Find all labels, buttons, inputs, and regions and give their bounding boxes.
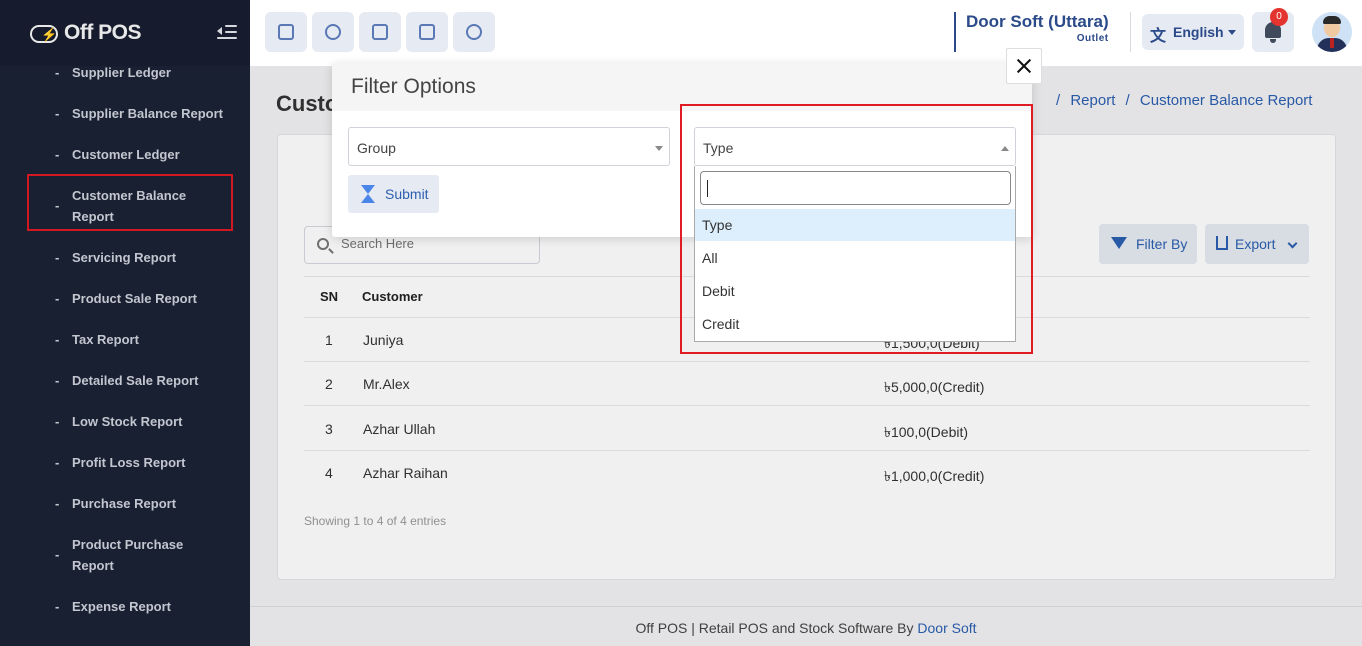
- sidebar-item-servicing-report[interactable]: - Servicing Report: [55, 247, 235, 268]
- table-cell-sn: 2: [325, 376, 333, 392]
- submit-button[interactable]: Submit: [348, 175, 439, 213]
- breadcrumb: / Report / Customer Balance Report: [1056, 92, 1313, 109]
- sidebar-highlight-box: [27, 174, 233, 231]
- sidebar-item-supplier-ledger[interactable]: - Supplier Ledger: [55, 62, 235, 83]
- sidebar-item-low-stock-report[interactable]: - Low Stock Report: [55, 411, 235, 432]
- export-label: Export: [1235, 236, 1276, 252]
- table-cell-sn: 1: [325, 332, 333, 348]
- sidebar-item-product-purchase-report[interactable]: - Product Purchase Report: [55, 534, 195, 576]
- sidebar-logo[interactable]: ⚡ Off POS: [0, 0, 250, 66]
- clock-icon: [325, 24, 341, 40]
- sidebar-item-product-sale-report[interactable]: - Product Sale Report: [55, 288, 235, 309]
- sidebar-item-label: Customer Ledger: [72, 147, 180, 162]
- sidebar-item-label: Supplier Balance Report: [72, 106, 223, 121]
- logo-text: Off POS: [64, 21, 142, 44]
- upload-icon: [1216, 236, 1228, 250]
- page-footer: Off POS | Retail POS and Stock Software …: [250, 606, 1362, 646]
- language-dropdown[interactable]: 文 English: [1142, 14, 1244, 50]
- table-cell-balance: ৳5,000,0(Credit): [884, 379, 985, 395]
- outlet-selector[interactable]: Door Soft (Uttara) Outlet: [954, 12, 1109, 52]
- breadcrumb-current: Customer Balance Report: [1139, 92, 1313, 109]
- sidebar-item-supplier-balance-report[interactable]: - Supplier Balance Report: [55, 103, 235, 124]
- translate-icon: 文: [1150, 28, 1167, 45]
- sidebar-item-detailed-sale-report[interactable]: - Detailed Sale Report: [55, 370, 235, 391]
- divider: [304, 450, 1310, 451]
- group-select-value: Group: [357, 140, 396, 156]
- filter-by-label: Filter By: [1136, 236, 1188, 252]
- export-button[interactable]: Export: [1205, 224, 1309, 264]
- table-cell-balance: ৳100,0(Debit): [884, 424, 969, 440]
- notification-badge: 0: [1270, 8, 1288, 26]
- sidebar-item-purchase-report[interactable]: - Purchase Report: [55, 493, 235, 514]
- search-input[interactable]: [341, 236, 531, 251]
- sidebar-item-label: Supplier Ledger: [72, 65, 171, 80]
- language-label: English: [1173, 24, 1224, 40]
- caret-down-icon: [655, 146, 663, 151]
- sidebar-item-label: Detailed Sale Report: [72, 373, 199, 388]
- support-button[interactable]: [453, 12, 495, 52]
- calculator-button[interactable]: [406, 12, 448, 52]
- column-header-sn[interactable]: SN: [320, 289, 338, 304]
- divider: [1130, 12, 1131, 52]
- filter-by-button[interactable]: Filter By: [1099, 224, 1197, 264]
- topbar: Door Soft (Uttara) Outlet 文 English 0: [250, 0, 1362, 66]
- sidebar-item-label: Purchase Report: [72, 496, 177, 511]
- footer-link[interactable]: Door Soft: [917, 620, 976, 636]
- filter-icon: [1111, 237, 1127, 249]
- sidebar-item-label: Product Purchase Report: [72, 537, 184, 573]
- clock-button[interactable]: [312, 12, 354, 52]
- divider: [304, 405, 1310, 406]
- cloud-logo-icon: ⚡: [30, 21, 60, 45]
- sidebar-item-label: Product Sale Report: [72, 291, 197, 306]
- table-cell-balance: ৳1,000,0(Credit): [884, 468, 985, 484]
- group-select[interactable]: Group: [348, 127, 670, 166]
- sidebar-item-label: Tax Report: [72, 332, 139, 347]
- table-cell-sn: 3: [325, 421, 333, 437]
- close-button[interactable]: [1006, 48, 1042, 84]
- sidebar-item-profit-loss-report[interactable]: - Profit Loss Report: [55, 452, 235, 473]
- sidebar-item-label: Expense Report: [72, 599, 171, 614]
- table-cell-customer: Azhar Raihan: [363, 465, 448, 481]
- chevron-down-icon: [1287, 238, 1298, 249]
- chevron-down-icon: [1228, 30, 1236, 35]
- layers-button[interactable]: [359, 12, 401, 52]
- dropdown-highlight-box: [680, 104, 1033, 354]
- breadcrumb-report-link[interactable]: Report: [1070, 92, 1115, 109]
- table-info: Showing 1 to 4 of 4 entries: [304, 514, 447, 528]
- sidebar-item-label: Profit Loss Report: [72, 455, 186, 470]
- page-title: Custo: [276, 91, 339, 116]
- register-icon: [278, 24, 294, 40]
- sidebar-collapse-icon[interactable]: [217, 22, 237, 42]
- footer-text: Off POS | Retail POS and Stock Software …: [635, 620, 918, 636]
- sidebar: ⚡ Off POS - Supplier Ledger - Supplier Bal…: [0, 0, 250, 646]
- divider: [304, 361, 1310, 362]
- table-cell-customer: Mr.Alex: [363, 376, 410, 392]
- sidebar-item-label: Low Stock Report: [72, 414, 183, 429]
- sidebar-item-label: Servicing Report: [72, 250, 177, 265]
- sidebar-item-tax-report[interactable]: - Tax Report: [55, 329, 235, 350]
- hourglass-icon: [361, 185, 375, 203]
- modal-title: Filter Options: [351, 75, 476, 98]
- outlet-label: Outlet: [1076, 33, 1109, 44]
- outlet-name: Door Soft (Uttara): [966, 12, 1109, 31]
- layers-icon: [372, 24, 388, 40]
- lifebuoy-icon: [466, 24, 482, 40]
- table-cell-customer: Juniya: [363, 332, 404, 348]
- avatar[interactable]: [1312, 12, 1352, 52]
- table-cell-sn: 4: [325, 465, 333, 481]
- pos-register-button[interactable]: [265, 12, 307, 52]
- table-cell-customer: Azhar Ullah: [363, 421, 436, 437]
- search-icon: [317, 238, 329, 250]
- sidebar-item-customer-ledger[interactable]: - Customer Ledger: [55, 144, 235, 165]
- submit-label: Submit: [385, 186, 429, 202]
- sidebar-item-expense-report[interactable]: - Expense Report: [55, 596, 235, 617]
- calculator-icon: [419, 24, 435, 40]
- column-header-customer[interactable]: Customer: [362, 289, 423, 304]
